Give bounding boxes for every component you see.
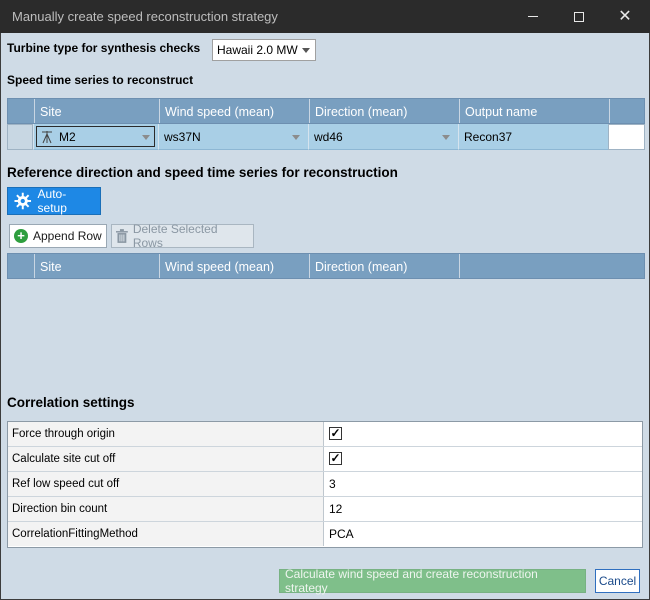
column-header-direction[interactable]: Direction (mean) (309, 99, 459, 123)
dialog-body: Turbine type for synthesis checks Hawaii… (0, 33, 650, 600)
trash-icon (116, 229, 128, 243)
title-bar: Manually create speed reconstruction str… (0, 0, 650, 33)
auto-setup-button[interactable]: Auto-setup (7, 187, 101, 215)
turbine-type-value: Hawaii 2.0 MW (217, 43, 298, 57)
speed-series-heading: Speed time series to reconstruct (7, 73, 194, 87)
auto-setup-label: Auto-setup (37, 187, 67, 215)
row-header-cell (8, 254, 34, 278)
table-row: Direction bin count 12 (8, 497, 642, 522)
wind-speed-cell[interactable]: ws37N (158, 124, 308, 150)
site-value: M2 (59, 130, 76, 144)
correlation-fitting-method-input[interactable]: PCA (324, 522, 642, 546)
filler-cell (608, 124, 645, 150)
row-header[interactable] (7, 124, 33, 150)
row-header-cell (8, 99, 34, 123)
column-header-filler (609, 99, 644, 123)
output-name-cell[interactable]: Recon37 (458, 124, 608, 150)
column-header-site[interactable]: Site (34, 99, 159, 123)
turbine-type-label: Turbine type for synthesis checks (7, 41, 201, 55)
gear-icon (14, 192, 32, 210)
reference-heading: Reference direction and speed time serie… (7, 165, 398, 180)
site-select[interactable]: M2 (36, 126, 155, 147)
table-row: CorrelationFittingMethod PCA (8, 522, 642, 547)
reference-grid: Site Wind speed (mean) Direction (mean) (7, 253, 645, 279)
direction-value: wd46 (314, 130, 343, 144)
column-header-site[interactable]: Site (34, 254, 159, 278)
correlation-settings-table: Force through origin ✓ Calculate site cu… (7, 421, 643, 548)
table-row[interactable]: M2 ws37N wd46 Recon37 (7, 124, 645, 150)
speed-series-grid: Site Wind speed (mean) Direction (mean) … (7, 98, 645, 152)
turbine-type-select[interactable]: Hawaii 2.0 MW (212, 39, 316, 61)
cancel-button[interactable]: Cancel (595, 569, 640, 593)
setting-key: Force through origin (8, 422, 324, 446)
column-header-wind-speed[interactable]: Wind speed (mean) (159, 254, 309, 278)
direction-bin-count-input[interactable]: 12 (324, 497, 642, 521)
column-header-direction[interactable]: Direction (mean) (309, 254, 459, 278)
delete-selected-rows-button[interactable]: Delete Selected Rows (111, 222, 254, 250)
wind-speed-value: ws37N (164, 130, 201, 144)
maximize-button[interactable] (556, 0, 602, 33)
calculate-button[interactable]: Calculate wind speed and create reconstr… (279, 567, 586, 595)
minimize-button[interactable] (510, 0, 556, 33)
chevron-down-icon (442, 135, 450, 140)
maximize-icon (574, 11, 584, 22)
window-title: Manually create speed reconstruction str… (12, 9, 278, 24)
grid-header-row: Site Wind speed (mean) Direction (mean) … (7, 98, 645, 124)
close-button[interactable]: ✕ (602, 0, 648, 33)
delete-rows-label: Delete Selected Rows (132, 222, 218, 250)
chevron-down-icon (142, 135, 150, 140)
setting-key: Calculate site cut off (8, 447, 324, 471)
setting-key: Direction bin count (8, 497, 324, 521)
grid-header-row: Site Wind speed (mean) Direction (mean) (7, 253, 645, 279)
plus-circle-icon: + (14, 229, 28, 243)
calculate-site-cut-off-checkbox[interactable]: ✓ (329, 452, 342, 465)
column-header-filler (459, 254, 644, 278)
setting-key: Ref low speed cut off (8, 472, 324, 496)
table-row: Force through origin ✓ (8, 422, 642, 447)
setting-value-cell[interactable]: ✓ (324, 422, 642, 446)
minimize-icon (528, 16, 538, 17)
chevron-down-icon (302, 48, 310, 53)
direction-cell[interactable]: wd46 (308, 124, 458, 150)
force-through-origin-checkbox[interactable]: ✓ (329, 427, 342, 440)
ref-low-speed-cut-off-input[interactable]: 3 (324, 472, 642, 496)
column-header-output-name[interactable]: Output name (459, 99, 609, 123)
site-cell[interactable]: M2 (33, 124, 158, 150)
append-row-button[interactable]: + Append Row (9, 224, 107, 248)
table-row: Ref low speed cut off 3 (8, 472, 642, 497)
close-icon: ✕ (618, 7, 632, 25)
correlation-heading: Correlation settings (7, 395, 135, 410)
setting-key: CorrelationFittingMethod (8, 522, 324, 546)
setting-value-cell[interactable]: ✓ (324, 447, 642, 471)
met-mast-icon (42, 131, 52, 144)
column-header-wind-speed[interactable]: Wind speed (mean) (159, 99, 309, 123)
output-name-value: Recon37 (464, 130, 513, 144)
table-row: Calculate site cut off ✓ (8, 447, 642, 472)
chevron-down-icon (292, 135, 300, 140)
append-row-label: Append Row (33, 229, 102, 243)
